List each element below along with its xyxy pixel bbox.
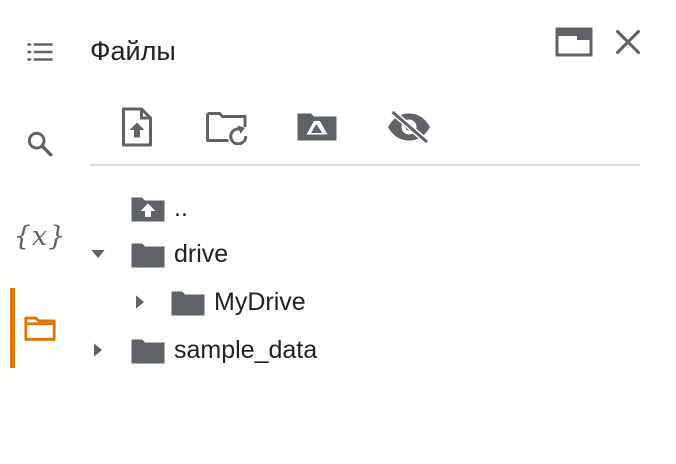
tree-item-label: sample_data — [174, 335, 318, 364]
files-folder-icon — [24, 316, 56, 341]
refresh-folder-icon — [206, 112, 248, 145]
tree-item-sample-data[interactable]: sample_data — [86, 328, 317, 372]
table-of-contents-button[interactable] — [10, 22, 70, 82]
toolbar-divider — [90, 164, 640, 166]
tree-item-drive[interactable]: drive — [86, 232, 228, 276]
files-panel: {x} Файлы .. drive MyDrive sample_data — [0, 0, 676, 464]
parent-folder-icon — [128, 188, 168, 228]
hide-hidden-files-button[interactable] — [384, 102, 434, 152]
folder-icon — [168, 282, 208, 322]
variables-button[interactable]: {x} — [10, 206, 70, 266]
close-icon — [615, 29, 641, 55]
upload-file-button[interactable] — [112, 102, 162, 152]
panel-title: Файлы — [90, 36, 176, 66]
refresh-button[interactable] — [202, 102, 252, 152]
tree-item-label: MyDrive — [214, 287, 306, 316]
caret-down-icon[interactable] — [86, 242, 110, 266]
parent-directory-row[interactable]: .. — [128, 186, 188, 230]
mount-drive-button[interactable] — [292, 102, 342, 152]
tree-item-label: drive — [174, 239, 229, 268]
hide-hidden-files-icon — [388, 109, 430, 145]
variables-icon: {x} — [13, 220, 67, 252]
upload-file-icon — [122, 107, 152, 147]
folder-icon — [128, 234, 168, 274]
open-in-tab-icon — [555, 27, 593, 57]
folder-icon — [128, 330, 168, 370]
open-in-tab-button[interactable] — [554, 22, 594, 62]
search-icon — [27, 131, 53, 157]
left-rail: {x} — [0, 0, 78, 464]
tree-item-mydrive[interactable]: MyDrive — [128, 280, 306, 324]
search-button[interactable] — [10, 114, 70, 174]
files-button[interactable] — [10, 288, 70, 368]
close-button[interactable] — [608, 22, 648, 62]
parent-directory-label: .. — [174, 193, 188, 222]
table-of-contents-icon — [27, 43, 53, 61]
mount-drive-icon — [297, 113, 337, 141]
caret-right-icon[interactable] — [128, 290, 152, 314]
caret-right-icon[interactable] — [86, 338, 110, 362]
